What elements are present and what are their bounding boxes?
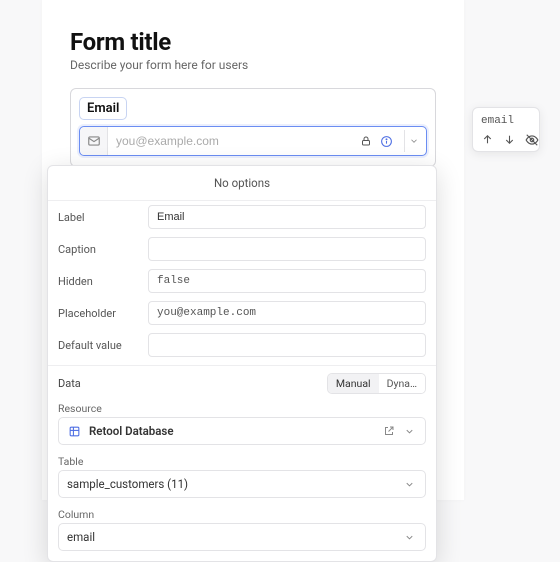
table-select[interactable]: sample_customers (11) <box>58 470 426 498</box>
info-icon[interactable] <box>379 134 394 149</box>
column-select[interactable]: email <box>58 523 426 551</box>
external-link-icon[interactable] <box>381 424 396 439</box>
resource-select[interactable]: Retool Database <box>58 417 426 445</box>
data-mode-segmented[interactable]: Manual Dyna… <box>327 373 426 394</box>
prop-label-label: Label <box>58 211 138 224</box>
form-title: Form title <box>70 28 436 56</box>
prop-placeholder-input[interactable] <box>148 301 426 325</box>
resource-value: Retool Database <box>89 424 174 438</box>
no-options-message: No options <box>48 166 436 201</box>
lock-icon <box>358 134 373 149</box>
column-label: Column <box>48 504 436 523</box>
chevron-down-icon[interactable] <box>402 477 417 492</box>
prop-placeholder-label: Placeholder <box>58 307 138 320</box>
prop-hidden-input[interactable] <box>148 269 426 293</box>
chevron-down-icon[interactable] <box>402 424 417 439</box>
email-field-block[interactable]: Email <box>70 88 436 167</box>
table-value: sample_customers (11) <box>67 477 188 491</box>
prop-label-input[interactable] <box>148 205 426 229</box>
prop-default-input[interactable] <box>148 333 426 357</box>
chevron-down-icon[interactable] <box>404 130 422 152</box>
chevron-down-icon[interactable] <box>402 530 417 545</box>
data-section-title: Data <box>58 377 81 390</box>
eye-off-icon[interactable] <box>525 132 539 147</box>
field-toolbar: email <box>472 107 540 152</box>
move-down-icon[interactable] <box>503 132 516 147</box>
field-settings-popover: No options Label Caption Hidden Placehol… <box>47 165 437 562</box>
prop-caption-label: Caption <box>58 243 138 256</box>
resource-label: Resource <box>48 398 436 417</box>
seg-manual[interactable]: Manual <box>328 374 379 393</box>
form-description: Describe your form here for users <box>70 58 436 72</box>
prop-caption-input[interactable] <box>148 237 426 261</box>
move-up-icon[interactable] <box>481 132 494 147</box>
prop-hidden-label: Hidden <box>58 275 138 288</box>
database-icon <box>67 424 81 438</box>
column-value: email <box>67 530 95 544</box>
email-input-row[interactable] <box>79 126 427 156</box>
table-label: Table <box>48 451 436 470</box>
email-field-label-chip[interactable]: Email <box>79 97 127 120</box>
mail-icon <box>80 127 108 155</box>
prop-default-label: Default value <box>58 339 138 352</box>
field-name-tag: email <box>479 114 533 132</box>
email-input[interactable] <box>108 134 358 148</box>
seg-dynamic[interactable]: Dyna… <box>379 374 425 393</box>
